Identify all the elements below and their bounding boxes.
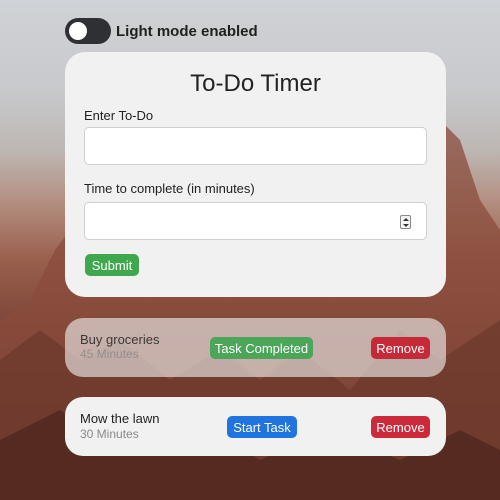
submit-button[interactable]: Submit: [85, 254, 139, 276]
remove-button[interactable]: Remove: [371, 337, 430, 359]
spinner-down-icon[interactable]: [402, 223, 409, 227]
task-duration: 30 Minutes: [80, 427, 139, 441]
start-task-button[interactable]: Start Task: [227, 416, 297, 438]
task-name: Mow the lawn: [80, 411, 160, 426]
light-mode-switch[interactable]: [65, 18, 111, 44]
theme-toggle-row: Light mode enabled: [65, 17, 258, 45]
spinner-up-icon[interactable]: [402, 217, 409, 221]
page-title: To-Do Timer: [190, 70, 321, 97]
time-label: Time to complete (in minutes): [84, 181, 255, 196]
todo-input[interactable]: [84, 127, 427, 165]
task-card: Mow the lawn 30 Minutes Start Task Remov…: [65, 397, 446, 456]
task-completed-button[interactable]: Task Completed: [210, 337, 313, 359]
task-name: Buy groceries: [80, 332, 160, 347]
todo-form-card: To-Do Timer Enter To-Do Time to complete…: [65, 52, 446, 297]
time-input[interactable]: [84, 202, 427, 240]
task-card: Buy groceries 45 Minutes Task Completed …: [65, 318, 446, 377]
task-duration: 45 Minutes: [80, 347, 139, 361]
switch-knob: [69, 22, 87, 40]
remove-button[interactable]: Remove: [371, 416, 430, 438]
todo-label: Enter To-Do: [84, 108, 154, 123]
light-mode-label: Light mode enabled: [116, 22, 258, 40]
number-spinner-icon[interactable]: [400, 215, 411, 229]
